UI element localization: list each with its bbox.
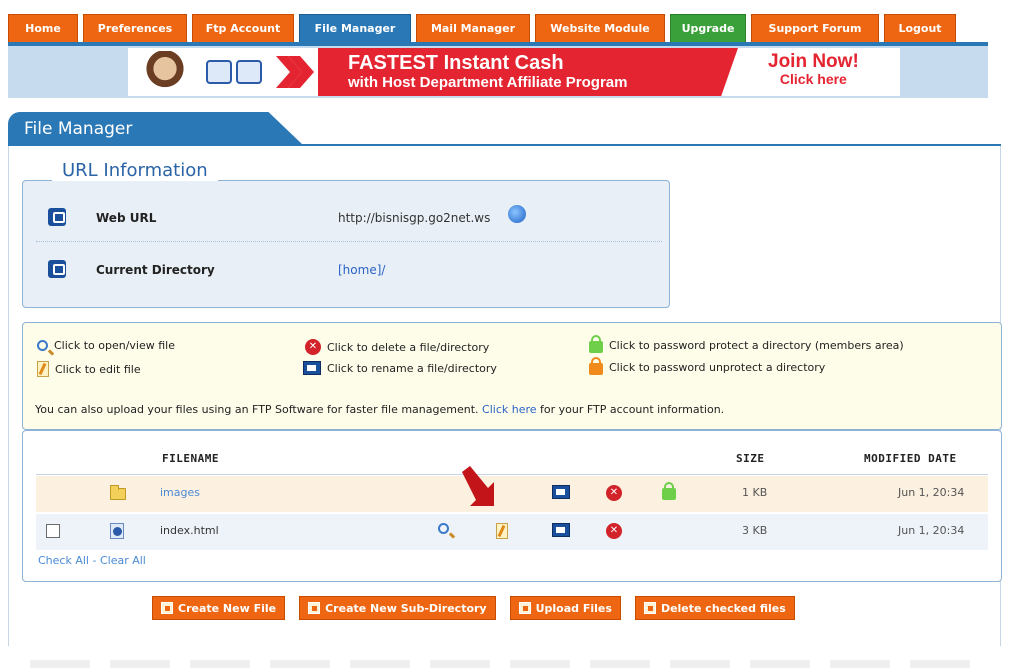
legend-protect-text: Click to password protect a directory (m… (609, 338, 904, 352)
ftp-note: You can also upload your files using an … (35, 403, 724, 416)
affiliate-banner[interactable]: FASTEST Instant Cash with Host Departmen… (128, 48, 900, 96)
file-modified-date: Jun 1, 20:34 (898, 524, 965, 537)
file-size: 3 KB (742, 524, 768, 537)
action-legend: Click to open/view file Click to edit fi… (22, 322, 1002, 430)
legend-unprotect-text: Click to password unprotect a directory (609, 360, 826, 374)
check-separator: - (88, 554, 100, 567)
chevron-right-icon (276, 56, 314, 88)
file-modified-date: Jun 1, 20:34 (898, 486, 965, 499)
section-header: File Manager (8, 112, 304, 146)
web-url-label: Web URL (96, 211, 157, 225)
directory-icon (48, 260, 66, 278)
current-directory-label: Current Directory (96, 263, 215, 277)
tab-upgrade[interactable]: Upgrade (670, 14, 746, 42)
web-url-row: Web URL http://bisnisgp.go2net.ws (36, 194, 662, 242)
tab-ftp-account[interactable]: Ftp Account (192, 14, 294, 42)
nav-tabs: Home Preferences Ftp Account File Manage… (8, 14, 988, 42)
tab-website-module[interactable]: Website Module (535, 14, 665, 42)
edit-pencil-icon (37, 361, 49, 377)
legend-edit-text: Click to edit file (55, 362, 141, 376)
delete-x-icon: ✕ (305, 339, 321, 355)
current-directory-row: Current Directory [home]/ (36, 246, 662, 294)
legend-rename: Click to rename a file/directory (303, 361, 497, 375)
legend-open-text: Click to open/view file (54, 339, 175, 352)
new-file-icon (161, 602, 173, 614)
legend-open: Click to open/view file (37, 339, 175, 352)
delete-x-icon[interactable]: ✕ (606, 523, 622, 539)
table-header-rule (36, 474, 988, 475)
delete-checked-files-button[interactable]: Delete checked files (634, 596, 795, 620)
modified-date-header: MODIFIED DATE (864, 452, 957, 465)
ftp-note-tail: for your FTP account information. (540, 403, 725, 416)
file-size: 1 KB (742, 486, 768, 499)
banner-red-panel: FASTEST Instant Cash with Host Departmen… (318, 48, 738, 96)
legend-rename-text: Click to rename a file/directory (327, 361, 497, 375)
click-here-label: Click here (779, 71, 847, 87)
clear-all-link[interactable]: Clear All (100, 554, 146, 567)
magnifier-icon (37, 340, 48, 351)
file-name-link[interactable]: index.html (160, 524, 219, 537)
file-name-link[interactable]: images (160, 486, 200, 499)
tab-home[interactable]: Home (8, 14, 78, 42)
folder-icon (110, 485, 126, 500)
lock-orange-icon (589, 357, 603, 375)
web-url-icon (48, 208, 66, 226)
pointer-arrow-icon (462, 466, 494, 506)
banner-subline: with Host Department Affiliate Program (348, 74, 628, 91)
page-title: File Manager (24, 119, 133, 139)
lock-green-icon (589, 335, 603, 353)
table-row: images ✕ 1 KB Jun 1, 20:34 (36, 476, 988, 512)
ftp-note-text: You can also upload your files using an … (35, 403, 479, 416)
lock-green-icon[interactable] (662, 482, 676, 500)
legend-delete-text: Click to delete a file/directory (327, 340, 490, 354)
row-select-checkbox[interactable] (46, 524, 60, 538)
rename-icon[interactable] (552, 485, 570, 499)
filename-header: FILENAME (162, 452, 219, 465)
create-new-file-button[interactable]: Create New File (152, 596, 286, 620)
tab-support-forum[interactable]: Support Forum (751, 14, 879, 42)
top-navigation: Home Preferences Ftp Account File Manage… (0, 0, 1011, 46)
action-buttons: Create New File Create New Sub-Directory… (152, 596, 795, 620)
url-information-title: URL Information (52, 160, 218, 181)
edit-pencil-icon[interactable] (496, 523, 508, 539)
tab-preferences[interactable]: Preferences (83, 14, 187, 42)
upload-files-label: Upload Files (535, 601, 612, 615)
new-folder-icon (308, 602, 321, 614)
rename-icon (303, 361, 321, 375)
tab-file-manager[interactable]: File Manager (299, 14, 411, 42)
banner-headline: FASTEST Instant Cash (348, 52, 564, 74)
globe-icon[interactable] (508, 205, 526, 223)
rename-icon[interactable] (552, 523, 570, 537)
table-row: index.html ✕ 3 KB Jun 1, 20:34 (36, 514, 988, 550)
legend-edit: Click to edit file (37, 361, 141, 377)
gear-icon (206, 60, 232, 84)
create-new-file-label: Create New File (178, 601, 277, 615)
legend-protect: Click to password protect a directory (m… (589, 335, 904, 353)
tab-mail-manager[interactable]: Mail Manager (416, 14, 530, 42)
join-now-link[interactable]: Join Now! Click here (768, 52, 859, 87)
legend-unprotect: Click to password unprotect a directory (589, 357, 826, 375)
chart-icon (236, 60, 262, 84)
delete-x-icon[interactable]: ✕ (606, 485, 622, 501)
delete-checked-files-label: Delete checked files (660, 601, 786, 615)
check-controls: Check All - Clear All (38, 554, 146, 567)
create-new-subdirectory-button[interactable]: Create New Sub-Directory (299, 596, 496, 620)
html-file-icon (110, 523, 124, 539)
current-directory-link[interactable]: [home]/ (338, 263, 385, 277)
tab-logout[interactable]: Logout (884, 14, 956, 42)
web-url-value: http://bisnisgp.go2net.ws (338, 211, 491, 225)
legend-delete: ✕ Click to delete a file/directory (305, 339, 489, 355)
magnifier-icon[interactable] (438, 523, 449, 534)
upload-icon (518, 602, 531, 614)
ftp-info-link[interactable]: Click here (482, 403, 537, 416)
delete-files-icon (643, 602, 656, 614)
check-all-link[interactable]: Check All (38, 554, 89, 567)
upload-files-button[interactable]: Upload Files (509, 596, 621, 620)
person-photo (134, 51, 196, 95)
size-header: SIZE (736, 452, 765, 465)
join-now-label: Join Now! (768, 51, 859, 72)
footer-strip (30, 660, 990, 668)
create-new-subdirectory-label: Create New Sub-Directory (325, 601, 487, 615)
